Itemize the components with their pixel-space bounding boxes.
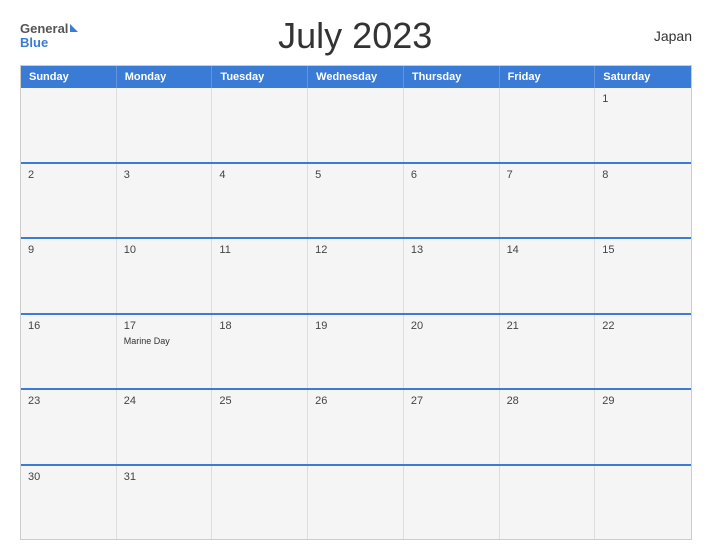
logo-triangle-icon: [70, 24, 78, 32]
calendar-cell: 14: [500, 239, 596, 313]
calendar-header: SundayMondayTuesdayWednesdayThursdayFrid…: [21, 66, 691, 88]
calendar-cell: 20: [404, 315, 500, 389]
month-title: July 2023: [78, 15, 632, 57]
calendar-cell: [308, 466, 404, 540]
calendar-cell: 2: [21, 164, 117, 238]
calendar-cell: 8: [595, 164, 691, 238]
header-day-thursday: Thursday: [404, 66, 500, 88]
logo-general-text: General: [20, 22, 68, 36]
day-number: 30: [28, 471, 109, 483]
calendar-page: General Blue July 2023 Japan SundayMonda…: [0, 0, 712, 550]
day-number: 9: [28, 244, 109, 256]
calendar-week-1: 1: [21, 88, 691, 162]
calendar-cell: [404, 88, 500, 162]
calendar-cell: 3: [117, 164, 213, 238]
calendar-cell: [308, 88, 404, 162]
calendar-week-4: 16 17 Marine Day 18 19 20 21 22: [21, 313, 691, 389]
day-number: 29: [602, 395, 684, 407]
calendar-cell: 4: [212, 164, 308, 238]
calendar-cell: 23: [21, 390, 117, 464]
day-number: 13: [411, 244, 492, 256]
country-label: Japan: [632, 28, 692, 44]
day-number: 17: [124, 320, 205, 332]
calendar-cell: 11: [212, 239, 308, 313]
day-number: 5: [315, 169, 396, 181]
header-day-wednesday: Wednesday: [308, 66, 404, 88]
header-day-monday: Monday: [117, 66, 213, 88]
calendar-cell: [21, 88, 117, 162]
event-label: Marine Day: [124, 336, 205, 346]
calendar-cell: 26: [308, 390, 404, 464]
calendar-cell: 6: [404, 164, 500, 238]
day-number: 25: [219, 395, 300, 407]
day-number: 28: [507, 395, 588, 407]
day-number: 31: [124, 471, 205, 483]
header-day-friday: Friday: [500, 66, 596, 88]
calendar-cell: 10: [117, 239, 213, 313]
calendar-cell: 7: [500, 164, 596, 238]
day-number: 14: [507, 244, 588, 256]
calendar-cell: 24: [117, 390, 213, 464]
calendar: SundayMondayTuesdayWednesdayThursdayFrid…: [20, 65, 692, 540]
day-number: 18: [219, 320, 300, 332]
day-number: 2: [28, 169, 109, 181]
calendar-cell: 16: [21, 315, 117, 389]
calendar-cell: 22: [595, 315, 691, 389]
day-number: 10: [124, 244, 205, 256]
day-number: 27: [411, 395, 492, 407]
day-number: 3: [124, 169, 205, 181]
day-number: 7: [507, 169, 588, 181]
calendar-cell: [500, 466, 596, 540]
day-number: 21: [507, 320, 588, 332]
calendar-cell: [212, 466, 308, 540]
header-day-sunday: Sunday: [21, 66, 117, 88]
calendar-cell: 12: [308, 239, 404, 313]
calendar-week-6: 30 31: [21, 464, 691, 540]
calendar-cell: [500, 88, 596, 162]
calendar-cell: 30: [21, 466, 117, 540]
calendar-cell: 17 Marine Day: [117, 315, 213, 389]
logo-blue-text: Blue: [20, 36, 48, 50]
day-number: 1: [602, 93, 684, 105]
calendar-cell: 5: [308, 164, 404, 238]
day-number: 22: [602, 320, 684, 332]
day-number: 23: [28, 395, 109, 407]
day-number: 4: [219, 169, 300, 181]
day-number: 20: [411, 320, 492, 332]
calendar-cell: 19: [308, 315, 404, 389]
day-number: 19: [315, 320, 396, 332]
calendar-cell: 28: [500, 390, 596, 464]
day-number: 12: [315, 244, 396, 256]
calendar-cell: [595, 466, 691, 540]
day-number: 15: [602, 244, 684, 256]
calendar-cell: 29: [595, 390, 691, 464]
calendar-cell: 13: [404, 239, 500, 313]
calendar-cell: 27: [404, 390, 500, 464]
calendar-week-2: 2 3 4 5 6 7 8: [21, 162, 691, 238]
calendar-body: 1234567891011121314151617Marine Day18192…: [21, 88, 691, 539]
calendar-cell: 9: [21, 239, 117, 313]
day-number: 16: [28, 320, 109, 332]
calendar-cell: 31: [117, 466, 213, 540]
day-number: 11: [219, 244, 300, 256]
day-number: 24: [124, 395, 205, 407]
calendar-cell: 21: [500, 315, 596, 389]
calendar-cell: [117, 88, 213, 162]
calendar-cell: 25: [212, 390, 308, 464]
header: General Blue July 2023 Japan: [20, 15, 692, 57]
header-day-tuesday: Tuesday: [212, 66, 308, 88]
calendar-cell: [404, 466, 500, 540]
calendar-week-3: 9 10 11 12 13 14 15: [21, 237, 691, 313]
calendar-cell: 18: [212, 315, 308, 389]
calendar-cell: 15: [595, 239, 691, 313]
logo: General Blue: [20, 22, 78, 51]
calendar-cell: 1: [595, 88, 691, 162]
day-number: 8: [602, 169, 684, 181]
calendar-cell: [212, 88, 308, 162]
day-number: 26: [315, 395, 396, 407]
day-number: 6: [411, 169, 492, 181]
calendar-week-5: 23 24 25 26 27 28 29: [21, 388, 691, 464]
header-day-saturday: Saturday: [595, 66, 691, 88]
